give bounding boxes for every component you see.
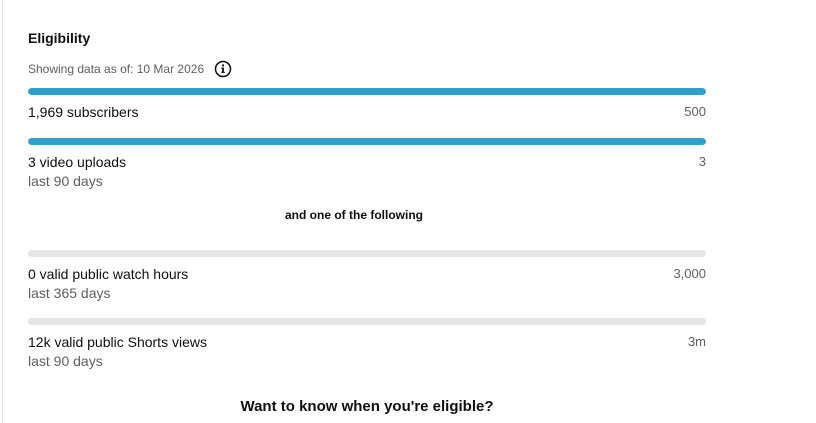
subscribers-progress-fill [28, 88, 706, 95]
as-of-label: Showing data as of: 10 Mar 2026 [28, 62, 205, 76]
requirement-watch-hours: 0 valid public watch hours 3,000 last 36… [28, 250, 706, 301]
watch-hours-row: 0 valid public watch hours 3,000 [28, 266, 706, 282]
eligibility-panel: Eligibility Showing data as of: 10 Mar 2… [2, 0, 816, 423]
watch-hours-period: last 365 days [28, 285, 111, 301]
requirement-subscribers: 1,969 subscribers 500 [28, 88, 706, 120]
uploads-progress-fill [28, 138, 706, 145]
watch-hours-target: 3,000 [673, 266, 706, 281]
subscribers-label: 1,969 subscribers [28, 104, 139, 120]
watch-hours-label: 0 valid public watch hours [28, 266, 189, 282]
uploads-target: 3 [698, 154, 706, 169]
uploads-row: 3 video uploads 3 [28, 154, 706, 170]
alternative-divider: and one of the following [285, 208, 423, 222]
requirement-shorts-views: 12k valid public Shorts views 3m last 90… [28, 318, 706, 369]
watch-hours-progress-bar [28, 250, 706, 257]
shorts-views-label: 12k valid public Shorts views [28, 334, 207, 350]
uploads-progress-bar [28, 138, 706, 145]
shorts-views-progress-bar [28, 318, 706, 325]
uploads-period: last 90 days [28, 173, 103, 189]
subscribers-target: 500 [684, 104, 706, 119]
subscribers-row: 1,969 subscribers 500 [28, 104, 706, 120]
eligibility-cta-heading: Want to know when you're eligible? [240, 398, 494, 415]
uploads-label: 3 video uploads [28, 154, 127, 170]
info-icon[interactable] [214, 60, 232, 78]
shorts-views-target: 3m [687, 334, 706, 349]
section-title: Eligibility [28, 30, 91, 46]
requirement-uploads: 3 video uploads 3 last 90 days [28, 138, 706, 189]
as-of-row: Showing data as of: 10 Mar 2026 [28, 60, 232, 78]
shorts-views-row: 12k valid public Shorts views 3m [28, 334, 706, 350]
subscribers-progress-bar [28, 88, 706, 95]
shorts-views-period: last 90 days [28, 353, 103, 369]
